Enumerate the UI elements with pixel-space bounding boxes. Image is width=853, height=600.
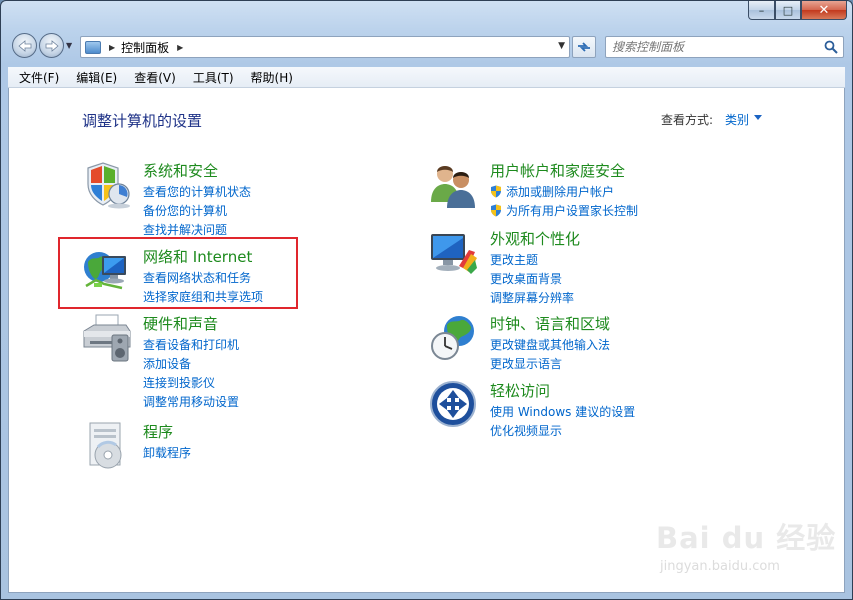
clock-globe-icon	[431, 316, 474, 360]
link-label: 添加或删除用户帐户	[506, 185, 615, 199]
link-mobility-settings[interactable]: 调整常用移动设置	[143, 392, 239, 411]
programs-disc-icon	[89, 422, 122, 469]
category-title[interactable]: 外观和个性化	[490, 228, 580, 249]
breadcrumb-chevron-icon[interactable]: ▶	[109, 43, 115, 52]
category-title[interactable]: 程序	[143, 421, 173, 442]
link-optimize-display[interactable]: 优化视频显示	[490, 421, 635, 440]
link-parental-controls[interactable]: 为所有用户设置家长控制	[490, 201, 638, 220]
watermark-brand: Bai du 经验	[656, 521, 837, 555]
watermark-url: jingyan.baidu.com	[660, 559, 780, 574]
arrow-left-icon	[17, 39, 31, 52]
maximize-button[interactable]: □	[775, 1, 801, 20]
refresh-icon	[578, 42, 590, 52]
view-by-selector[interactable]: 类别	[725, 111, 749, 128]
menu-tools[interactable]: 工具(T)	[182, 69, 240, 86]
menu-help[interactable]: 帮助(H)	[240, 69, 299, 86]
monitor-palette-icon	[431, 234, 477, 274]
category-title[interactable]: 轻松访问	[490, 380, 550, 401]
ease-of-access-icon	[430, 381, 476, 427]
category-title[interactable]: 硬件和声音	[143, 313, 218, 334]
breadcrumb-control-panel[interactable]: 控制面板	[121, 39, 169, 56]
menu-file[interactable]: 文件(F)	[8, 69, 65, 86]
menu-bar: 文件(F) 编辑(E) 查看(V) 工具(T) 帮助(H)	[8, 67, 845, 88]
uac-shield-icon	[491, 185, 501, 198]
address-dropdown-icon[interactable]: ▼	[558, 41, 565, 51]
category-title[interactable]: 时钟、语言和区域	[490, 313, 610, 334]
forward-button[interactable]	[39, 33, 64, 58]
control-panel-window: – □ ✕ ▼ ▶ 控制面板 ▶ ▼ 文件(F) 编辑(E) 查看(V) 工具(…	[0, 0, 853, 600]
page-title: 调整计算机的设置	[82, 112, 203, 130]
arrow-right-icon	[45, 39, 59, 52]
address-bar[interactable]: ▶ 控制面板 ▶ ▼	[80, 36, 570, 58]
control-panel-icon	[85, 40, 101, 54]
link-label: 为所有用户设置家长控制	[506, 204, 639, 218]
baidu-watermark: Bai du 经验 jingyan.baidu.com	[656, 515, 841, 593]
close-button[interactable]: ✕	[801, 1, 847, 20]
navigation-bar: ▼ ▶ 控制面板 ▶ ▼	[1, 31, 852, 63]
menu-edit[interactable]: 编辑(E)	[65, 69, 123, 86]
link-view-computer-status[interactable]: 查看您的计算机状态	[143, 182, 251, 201]
shield-security-icon	[87, 162, 130, 209]
link-add-device[interactable]: 添加设备	[143, 354, 239, 373]
link-change-background[interactable]: 更改桌面背景	[490, 269, 574, 288]
breadcrumb-chevron-icon[interactable]: ▶	[177, 43, 183, 52]
users-icon	[431, 166, 475, 208]
menu-view[interactable]: 查看(V)	[123, 69, 182, 86]
link-connect-projector[interactable]: 连接到投影仪	[143, 373, 239, 392]
recent-pages-dropdown-icon[interactable]: ▼	[66, 41, 72, 50]
link-uninstall-program[interactable]: 卸载程序	[143, 443, 191, 462]
refresh-button[interactable]	[572, 36, 596, 58]
link-backup-computer[interactable]: 备份您的计算机	[143, 201, 251, 220]
search-input[interactable]	[605, 36, 844, 58]
caption-buttons: – □ ✕	[748, 1, 847, 21]
link-add-remove-accounts[interactable]: 添加或删除用户帐户	[490, 182, 638, 201]
link-change-theme[interactable]: 更改主题	[490, 250, 574, 269]
minimize-button[interactable]: –	[748, 1, 775, 20]
link-screen-resolution[interactable]: 调整屏幕分辨率	[490, 288, 574, 307]
link-recommended-settings[interactable]: 使用 Windows 建议的设置	[490, 402, 635, 421]
view-by-label: 查看方式:	[661, 113, 714, 127]
uac-shield-icon	[491, 204, 501, 217]
search-icon[interactable]	[824, 40, 838, 54]
link-display-language[interactable]: 更改显示语言	[490, 354, 610, 373]
category-title[interactable]: 用户帐户和家庭安全	[490, 160, 625, 181]
content-pane: 调整计算机的设置 查看方式: 类别 系统和安全 查看您的计算机状态 备份您的计算…	[8, 88, 845, 593]
view-by-dropdown-icon[interactable]	[754, 115, 762, 120]
category-title[interactable]: 系统和安全	[143, 160, 218, 181]
link-keyboard-input[interactable]: 更改键盘或其他输入法	[490, 335, 610, 354]
printer-speaker-icon	[83, 314, 131, 362]
link-devices-printers[interactable]: 查看设备和打印机	[143, 335, 239, 354]
back-button[interactable]	[12, 33, 37, 58]
highlight-box	[58, 237, 298, 309]
